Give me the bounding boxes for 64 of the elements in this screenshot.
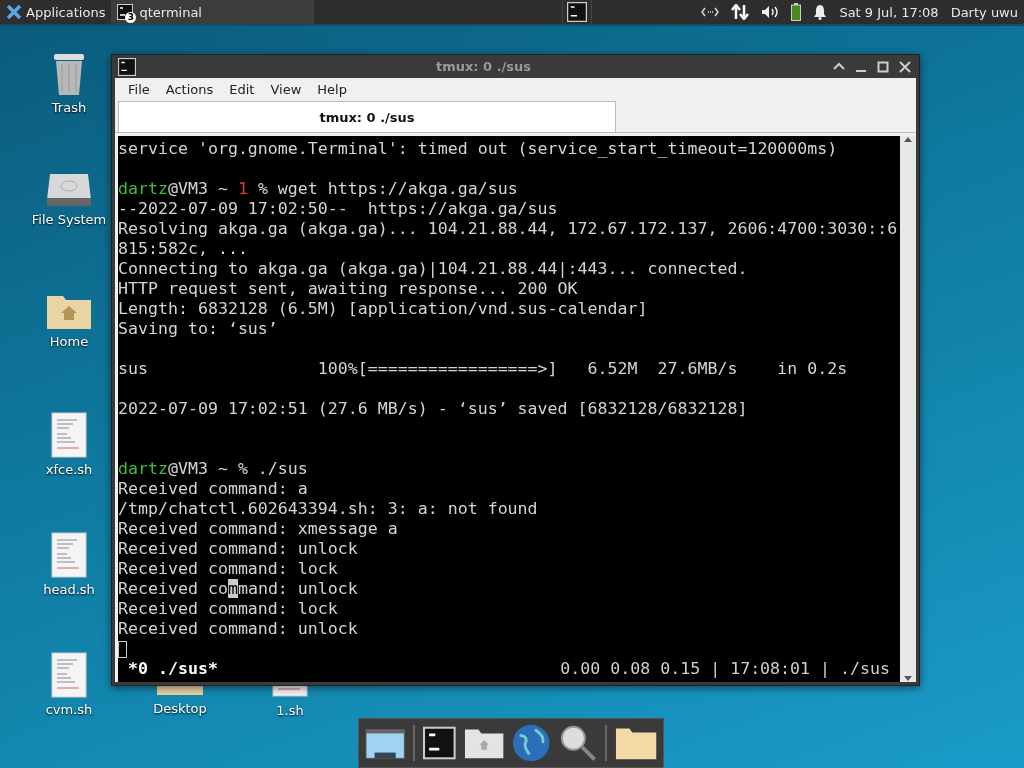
drive-icon bbox=[46, 172, 92, 208]
tmux-status-info: 0.00 0.08 0.15 | 17:08:01 | ./sus bbox=[560, 659, 890, 679]
menu-item[interactable]: File bbox=[120, 81, 158, 97]
volume-icon[interactable] bbox=[761, 5, 780, 19]
script-file-icon bbox=[51, 412, 87, 458]
terminal-line: --2022-07-09 17:02:50-- https://akga.ga/sus bbox=[118, 199, 559, 219]
menu-item[interactable]: Help bbox=[309, 81, 355, 97]
desktop-icon-label[interactable]: Home bbox=[49, 334, 89, 349]
terminal-line: Received command: lock bbox=[118, 599, 339, 619]
text-cursor bbox=[118, 641, 127, 658]
terminal-line: Resolving akga.ga (akga.ga)... 104.21.88.44, 172.67.172.137, 2606:4700:3030::6 bbox=[118, 219, 899, 239]
terminal-icon bbox=[423, 726, 456, 760]
count-badge: 3 bbox=[125, 12, 137, 23]
script-file-icon bbox=[51, 652, 87, 698]
search-icon[interactable] bbox=[558, 723, 597, 763]
xfce-logo-icon bbox=[6, 4, 22, 20]
network-icon[interactable] bbox=[701, 7, 720, 17]
terminal-line: Received command: a bbox=[118, 479, 309, 499]
scrollbar[interactable] bbox=[900, 136, 916, 682]
terminal-line: /tmp/chatctl.602643394.sh: 3: a: not found bbox=[118, 499, 539, 519]
folder-icon bbox=[157, 685, 203, 695]
terminal-line: 2022-07-09 17:02:51 (27.6 MB/s) - ‘sus’ saved [6832128/6832128] bbox=[118, 399, 749, 419]
terminal-line: HTTP request sent, awaiting response... 200 OK bbox=[118, 279, 579, 299]
desktop-icon-label[interactable]: Desktop bbox=[153, 701, 207, 716]
script-file-icon bbox=[51, 532, 87, 578]
terminal-line: Received command: lock bbox=[118, 559, 339, 579]
terminal-line: Connecting to akga.ga (akga.ga)|104.21.88.44|:443... connected. bbox=[118, 259, 749, 279]
applications-menu[interactable]: Applications bbox=[0, 0, 112, 24]
terminal-line: Received command: unlock bbox=[118, 619, 359, 639]
taskbar-item[interactable]: 3 qterminal bbox=[111, 0, 315, 24]
terminal-icon bbox=[117, 4, 134, 20]
menu-item[interactable]: Edit bbox=[221, 81, 263, 97]
desktop-icon-label[interactable]: Trash bbox=[51, 100, 87, 115]
menu-item[interactable]: Actions bbox=[157, 81, 222, 97]
terminal-line: Received command: unlock bbox=[118, 539, 359, 559]
globe-icon[interactable] bbox=[512, 723, 551, 763]
notification-bell-icon[interactable] bbox=[813, 4, 828, 20]
terminal-tab[interactable]: tmux: 0 ./sus bbox=[118, 101, 616, 132]
prompt-line: dartz@VM3 ~ % ./sus bbox=[118, 459, 309, 479]
clock[interactable]: Sat 9 Jul, 17:08 bbox=[839, 4, 939, 20]
menu-item[interactable]: View bbox=[262, 81, 310, 97]
terminal-line: Saving to: ‘sus’ bbox=[118, 319, 279, 339]
desktop-icon-label[interactable]: File System bbox=[31, 212, 107, 227]
desktop-icon-label[interactable]: head.sh bbox=[43, 582, 95, 597]
scroll-down-icon[interactable] bbox=[904, 676, 912, 682]
terminal-line: 815:582c, ... bbox=[118, 239, 249, 259]
terminal-line: service 'org.gnome.Terminal': timed out (service_start_timeout=120000ms) bbox=[118, 139, 839, 159]
user-name[interactable]: Darty uwu bbox=[950, 4, 1018, 20]
terminal-line: Length: 6832128 (6.5M) [application/vnd.sus-calendar] bbox=[118, 299, 649, 319]
terminal-line: sus 100%[=================>] 6.52M 27.6MB/s in 0.2s bbox=[118, 359, 849, 379]
transfer-arrows-icon[interactable] bbox=[731, 4, 750, 20]
tmux-window-label: *0 ./sus* bbox=[128, 659, 218, 679]
terminal-line: Received command: xmessage a bbox=[118, 519, 399, 539]
window-title: tmux: 0 ./sus bbox=[434, 59, 533, 74]
scroll-up-icon[interactable] bbox=[904, 136, 912, 142]
battery-icon[interactable] bbox=[791, 3, 802, 21]
desktop-icon-label[interactable]: xfce.sh bbox=[45, 462, 93, 477]
workspace-icon bbox=[567, 2, 588, 22]
prompt-line: dartz@VM3 ~ 1 % wget https://akga.ga/sus bbox=[118, 179, 519, 199]
desktop-icon-label[interactable]: cvm.sh bbox=[45, 702, 93, 717]
desktop-icon-label[interactable]: 1.sh bbox=[276, 703, 304, 718]
close-button[interactable] bbox=[897, 58, 913, 75]
trash-icon bbox=[52, 52, 86, 96]
app-icon bbox=[118, 57, 136, 76]
